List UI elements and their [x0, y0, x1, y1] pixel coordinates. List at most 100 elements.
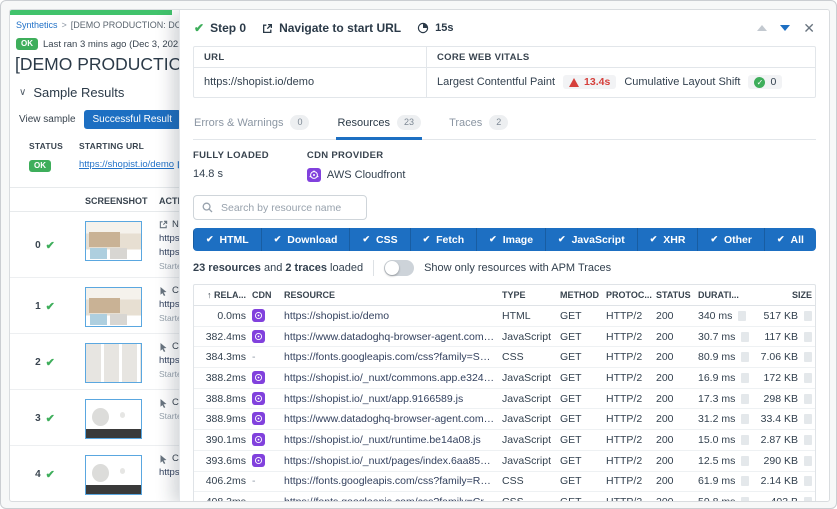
success-check-icon: ✔	[45, 356, 55, 369]
resource-type: CSS	[502, 475, 524, 488]
apm-traces-toggle[interactable]	[384, 260, 415, 276]
resource-status: 200	[656, 330, 674, 343]
resource-row[interactable]: 388.9ms - https://www.datadoghq-browser-…	[194, 409, 815, 431]
core-web-vitals-values: Largest Contentful Paint 13.4s Cumulativ…	[426, 68, 815, 97]
resource-row[interactable]: 406.2ms - https://fonts.googleapis.com/c…	[194, 472, 815, 493]
cdn-icon	[252, 308, 265, 322]
resource-relative-time: 406.2ms	[205, 475, 246, 488]
size-bar	[804, 393, 812, 404]
screenshot-column-header: SCREENSHOT	[85, 196, 148, 206]
col-cdn[interactable]: CDN	[252, 290, 278, 300]
resource-protocol: HTTP/2	[606, 433, 643, 446]
resource-protocol: HTTP/2	[606, 392, 643, 405]
last-run-text: Last ran 3 mins ago (Dec 3, 2021, 10:14 …	[43, 38, 179, 50]
resource-row[interactable]: 390.1ms - https://shopist.io/_nuxt/runti…	[194, 430, 815, 451]
external-link-icon	[263, 23, 273, 33]
tab-errors-warnings[interactable]: Errors & Warnings 0	[193, 110, 310, 140]
result-meta-values: OK https://shopist.io/demo	[29, 155, 186, 173]
resource-method: GET	[560, 351, 582, 364]
step-screenshot[interactable]	[85, 455, 142, 495]
col-type[interactable]: TYPE	[502, 290, 554, 300]
resource-row[interactable]: 382.4ms - https://www.datadoghq-browser-…	[194, 327, 815, 348]
cdn-icon	[252, 329, 265, 343]
resource-duration: 80.9 ms	[698, 351, 754, 363]
resources-table-header: ↑ RELA... CDN RESOURCE TYPE METHOD PROTO…	[194, 285, 815, 306]
step-screenshot[interactable]	[85, 287, 142, 327]
resource-protocol: HTTP/2	[606, 330, 643, 343]
close-icon[interactable]: ✕	[803, 21, 815, 35]
step-index: 2 ✔	[35, 356, 55, 369]
sample-results-section-header[interactable]: ∨ Sample Results	[19, 85, 124, 100]
resources-table: ↑ RELA... CDN RESOURCE TYPE METHOD PROTO…	[193, 284, 816, 501]
successful-result-tab[interactable]: Successful Result	[83, 110, 181, 129]
view-sample-label: View sample	[19, 114, 76, 125]
duration-bar	[741, 372, 750, 383]
col-status[interactable]: STATUS	[656, 290, 692, 300]
success-check-icon: ✔	[45, 239, 55, 252]
resource-size: 2.14 KB	[760, 475, 812, 487]
duration-bar	[741, 434, 750, 445]
step-screenshot[interactable]	[85, 221, 142, 261]
url-header: URL	[194, 47, 426, 68]
filter-button[interactable]: ✔ CSS	[349, 228, 409, 251]
apm-traces-toggle-label: Show only resources with APM Traces	[424, 262, 612, 274]
resource-duration: 12.5 ms	[698, 455, 754, 467]
resource-duration: 59.8 ms	[698, 496, 754, 501]
resource-protocol: HTTP/2	[606, 413, 643, 426]
duration-bar	[741, 497, 750, 501]
previous-step-icon[interactable]	[757, 25, 768, 31]
resource-type: CSS	[502, 351, 524, 364]
url-vitals-box: URL CORE WEB VITALS https://shopist.io/d…	[193, 46, 816, 98]
core-web-vitals-header: CORE WEB VITALS	[426, 47, 815, 68]
breadcrumb-synthetics-link[interactable]: Synthetics	[16, 20, 58, 30]
resource-duration: 16.9 ms	[698, 372, 754, 384]
col-resource[interactable]: RESOURCE	[284, 290, 496, 300]
resource-protocol: HTTP/2	[606, 351, 643, 364]
resource-row[interactable]: 388.8ms - https://shopist.io/_nuxt/app.9…	[194, 389, 815, 410]
check-icon: ✔	[273, 234, 282, 244]
resource-status: 200	[656, 433, 674, 446]
filter-button[interactable]: ✔ Fetch	[409, 228, 477, 251]
size-bar	[804, 331, 812, 342]
resource-relative-time: 388.8ms	[205, 392, 246, 405]
col-duration[interactable]: DURATI...	[698, 290, 754, 300]
resource-method: GET	[560, 330, 582, 343]
warning-icon	[569, 77, 580, 87]
resource-row[interactable]: 393.6ms - https://shopist.io/_nuxt/pages…	[194, 451, 815, 472]
filter-button[interactable]: ✔ Image	[476, 228, 545, 251]
resource-protocol: HTTP/2	[606, 454, 643, 467]
resource-url: https://www.datadoghq-browser-agent.com/…	[284, 413, 496, 426]
next-step-icon[interactable]	[780, 25, 791, 31]
step-screenshot[interactable]	[85, 343, 142, 383]
filter-button[interactable]: ✔ Download	[260, 228, 350, 251]
resource-duration: 340 ms	[698, 310, 754, 322]
col-size[interactable]: SIZE	[760, 290, 812, 300]
resource-row[interactable]: 388.2ms - https://shopist.io/_nuxt/commo…	[194, 368, 815, 389]
resource-duration: 15.0 ms	[698, 434, 754, 446]
resource-row[interactable]: 0.0ms - https://shopist.io/demo HTML GET…	[194, 306, 815, 327]
filter-button[interactable]: ✔ HTML	[193, 228, 261, 251]
tab-traces[interactable]: Traces 2	[448, 110, 509, 140]
tab-resources[interactable]: Resources 23	[336, 110, 423, 140]
step-index: 3 ✔	[35, 412, 55, 425]
filter-button[interactable]: ✔ All	[764, 228, 816, 251]
success-check-icon: ✔	[45, 412, 55, 425]
size-bar	[804, 372, 812, 383]
starting-url-link[interactable]: https://shopist.io/demo	[79, 159, 186, 170]
resource-row[interactable]: 384.3ms - https://fonts.googleapis.com/c…	[194, 347, 815, 369]
timer-icon	[417, 22, 429, 34]
search-input[interactable]	[219, 200, 358, 215]
col-protocol[interactable]: PROTOC...	[606, 290, 652, 300]
check-icon: ✔	[649, 234, 658, 244]
resource-search[interactable]	[193, 195, 367, 220]
filter-button[interactable]: ✔ JavaScript	[545, 228, 637, 251]
filter-button[interactable]: ✔ Other	[697, 228, 764, 251]
col-method[interactable]: METHOD	[560, 290, 600, 300]
resource-url: https://fonts.googleapis.com/css?family=…	[284, 351, 496, 364]
filter-button[interactable]: ✔ XHR	[636, 228, 698, 251]
step-screenshot[interactable]	[85, 399, 142, 439]
col-relative-sort[interactable]: ↑ RELA...	[202, 290, 246, 300]
resource-row[interactable]: 408.3ms - https://fonts.googleapis.com/c…	[194, 492, 815, 501]
duration-bar	[741, 414, 750, 425]
chevron-down-icon: ∨	[19, 87, 27, 98]
